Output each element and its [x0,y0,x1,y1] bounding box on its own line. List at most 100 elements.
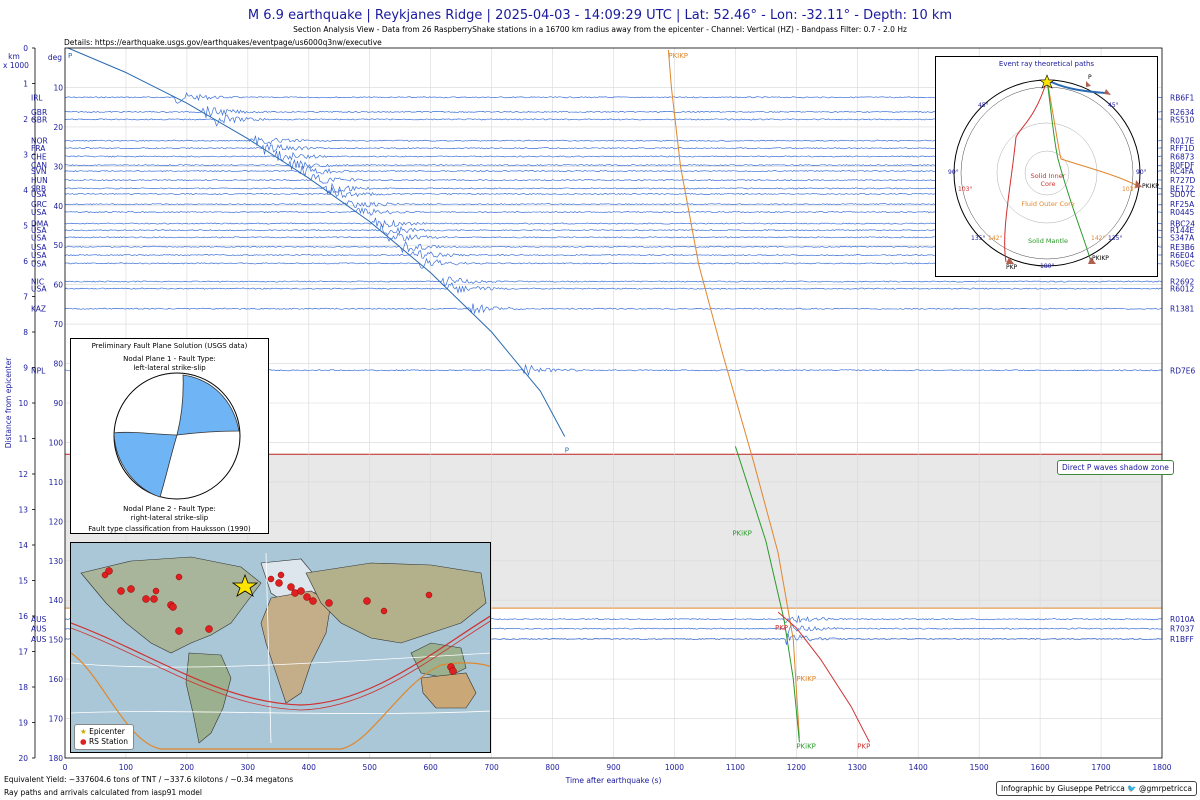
deg-tick-label: 100 [49,438,64,447]
station-code-label: S347A [1170,233,1195,242]
station-code-label: RB6F1 [1170,93,1194,102]
x-tick-label: 1300 [848,763,867,772]
svg-text:PKIKP: PKIKP [1092,255,1109,262]
svg-text:142°: 142° [988,235,1002,242]
deg-tick-label: 40 [53,202,63,211]
station-code-label: R010A [1170,615,1196,624]
svg-text:P: P [1088,74,1092,81]
km-tick-label: 10 [18,399,28,408]
station-country-label: AUS [31,615,47,624]
km-tick-label: 16 [18,612,28,621]
phase-label: PKP [857,742,870,750]
km-tick-label: 20 [18,754,28,763]
svg-text:142°: 142° [1091,235,1105,242]
station-country-label: SVN [31,167,47,176]
station-code-label: R7037 [1170,625,1195,634]
phase-label: PKIKP [668,52,688,60]
x-tick-label: 400 [302,763,317,772]
map-legend: ★ Epicenter ● RS Station [74,724,134,750]
phase-label: P [565,446,569,454]
nodal-plane-2-type: right-lateral strike-slip [130,514,209,522]
station-code-label: R0445 [1170,208,1195,217]
km-tick-label: 17 [18,648,28,657]
station-country-label: USA [31,285,47,294]
deg-tick-label: 170 [49,715,64,724]
deg-tick-label: 130 [49,557,64,566]
x-tick-label: 100 [119,763,134,772]
svg-text:135°: 135° [971,235,985,242]
deg-tick-label: 60 [53,281,63,290]
svg-text:45°: 45° [1108,102,1119,109]
km-tick-label: 13 [18,506,28,515]
station-code-label: RC4FA [1170,167,1194,176]
x-tick-label: 1100 [726,763,745,772]
km-tick-label: 9 [23,364,28,373]
model-text: Ray paths and arrivals calculated from i… [4,788,202,797]
station-country-label: GBR [31,115,47,124]
phase-label: PKP [775,624,788,632]
x-tick-label: 1400 [909,763,928,772]
svg-text:PKP: PKP [1006,264,1018,271]
station-code-label: R1BFF [1170,635,1194,644]
deg-unit-label: deg [48,53,62,62]
x-tick-label: 1500 [970,763,989,772]
svg-text:103°: 103° [958,186,972,193]
deg-tick-label: 20 [53,123,63,132]
km-tick-label: 0 [23,44,28,53]
svg-text:180°: 180° [1040,263,1054,270]
x-tick-label: 700 [484,763,499,772]
station-code-label: R6873 [1170,152,1195,161]
legend-station: ● RS Station [80,737,128,746]
km-tick-label: 4 [23,186,28,195]
deg-tick-label: 160 [49,675,64,684]
ray-path-panel: Event ray theoretical paths Solid Inner … [935,56,1159,277]
station-country-label: USA [31,259,47,268]
station-code-label: R6012 [1170,285,1195,294]
x-tick-label: 500 [363,763,378,772]
twitter-handle: @gmrpetricca [1139,784,1192,793]
station-country-label: AUS [31,625,47,634]
station-country-label: USA [31,190,47,199]
earth-cross-section: Solid Inner Core Fluid Outer Core Solid … [948,74,1159,271]
world-map [71,552,490,750]
deg-tick-label: 70 [53,320,63,329]
km-tick-label: 15 [18,577,28,586]
x-tick-label: 200 [180,763,195,772]
mantle-label: Solid Mantle [1028,237,1068,245]
svg-text:PKIKP: PKIKP [1142,183,1159,190]
km-tick-label: 2 [23,115,28,124]
nodal-plane-2: Nodal Plane 2 - Fault Type: [123,505,216,513]
km-tick-label: 12 [18,470,28,479]
km-tick-label: 3 [23,151,28,160]
x-axis-title: Time after earthquake (s) [565,776,662,785]
svg-text:Core: Core [1040,180,1055,188]
yield-text: Equivalent Yield: ~337604.6 tons of TNT … [4,775,294,784]
station-code-label: RD7E6 [1170,366,1195,375]
phase-curve-pkikp [667,49,800,739]
km-tick-label: 6 [23,257,28,266]
credit-badge[interactable]: Infographic by Giuseppe Petricca 🐦 @gmrp… [996,781,1197,796]
dot-icon: ● [80,737,87,746]
x-tick-label: 1800 [1152,763,1171,772]
phase-label: P [68,52,72,60]
fault-panel-footer: Fault type classification from Hauksson … [88,525,251,533]
deg-tick-label: 10 [53,83,63,92]
legend-epicenter: ★ Epicenter [80,727,125,736]
km-tick-label: 1 [23,80,28,89]
station-country-label: KAZ [31,305,46,314]
deg-tick-label: 150 [49,636,64,645]
twitter-icon: 🐦 [1127,784,1137,793]
fault-plane-panel: Preliminary Fault Plane Solution (USGS d… [70,338,269,534]
x-tick-label: 900 [606,763,621,772]
km-tick-label: 19 [18,719,28,728]
svg-text:45°: 45° [978,102,989,109]
station-country-label: NPL [31,366,46,375]
deg-tick-label: 180 [49,754,64,763]
station-code-label: SD07C [1170,190,1195,199]
station-country-label: CHE [31,152,47,161]
station-code-label: RS510 [1170,115,1195,124]
outer-core-label: Fluid Outer Core [1021,200,1074,208]
deg-tick-label: 90 [53,399,63,408]
station-code-label: R50EC [1170,259,1195,268]
x-tick-label: 1600 [1031,763,1050,772]
